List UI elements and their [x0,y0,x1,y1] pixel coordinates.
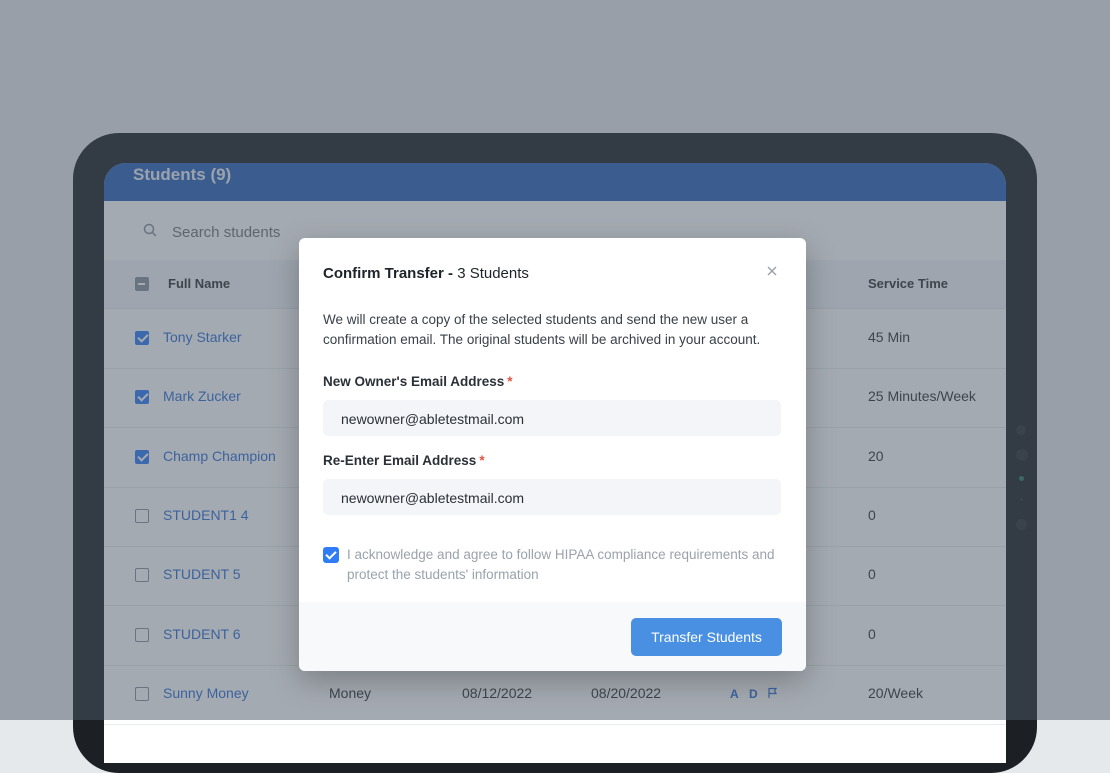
required-mark: * [479,453,485,468]
email-label-text: New Owner's Email Address [323,374,505,389]
close-icon[interactable] [765,264,779,278]
hipaa-acknowledge-text: I acknowledge and agree to follow HIPAA … [347,547,775,582]
email-label: New Owner's Email Address * [323,374,513,389]
dialog-footer: Transfer Students [299,602,806,671]
dialog-title: Confirm Transfer - 3 Students [323,265,529,282]
dialog-description: We will create a copy of the selected st… [323,312,761,347]
reenter-email-label: Re-Enter Email Address * [323,453,485,468]
hipaa-acknowledge-checkbox[interactable] [323,547,339,563]
email-input[interactable] [339,408,763,430]
transfer-students-button[interactable]: Transfer Students [631,618,782,656]
reenter-email-input[interactable] [339,487,763,509]
dialog-title-bold: Confirm Transfer - [323,265,458,282]
reenter-email-field[interactable] [323,479,781,515]
confirm-transfer-dialog: Confirm Transfer - 3 Students We will cr… [299,238,806,671]
reenter-email-label-text: Re-Enter Email Address [323,453,477,468]
email-field[interactable] [323,400,781,436]
dialog-title-count: 3 Students [457,265,529,282]
required-mark: * [507,374,513,389]
